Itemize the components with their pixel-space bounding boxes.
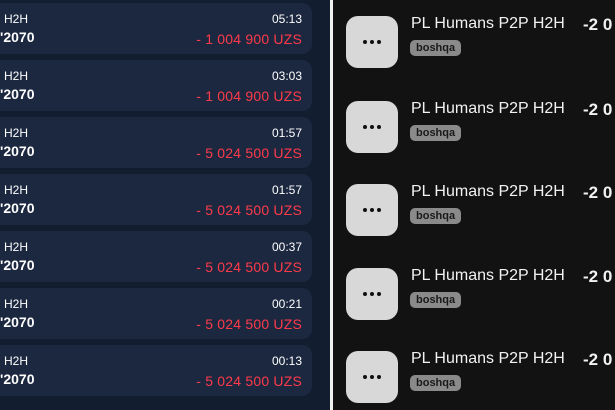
more-dots-icon [346, 268, 398, 320]
transaction-card[interactable]: H2H '2070 05:13 - 1 004 900 UZS [0, 3, 312, 54]
transaction-time: 01:57 [271, 183, 302, 197]
category-badge: boshqa [410, 292, 462, 308]
transaction-name: H2H [4, 354, 29, 368]
transaction-account: '2070 [0, 86, 35, 102]
transaction-card[interactable]: H2H '2070 01:57 - 5 024 500 UZS [0, 174, 312, 225]
list-item[interactable]: PL Humans P2P H2H boshqa -2 0 [333, 255, 615, 327]
transaction-amount: - 5 024 500 UZS [196, 202, 302, 218]
operation-amount: -2 0 [583, 267, 613, 286]
more-dots-icon [346, 184, 398, 236]
operation-amount: -2 0 [583, 15, 613, 34]
operation-title: PL Humans P2P H2H [411, 267, 565, 284]
operation-title: PL Humans P2P H2H [411, 15, 565, 32]
transaction-account: '2070 [0, 314, 35, 330]
category-badge: boshqa [410, 125, 462, 141]
category-badge: boshqa [410, 40, 462, 56]
operation-list: PL Humans P2P H2H boshqa -2 0 PL Humans … [333, 0, 615, 410]
transaction-time: 05:13 [271, 12, 302, 26]
operation-title: PL Humans P2P H2H [411, 183, 565, 200]
transaction-name: H2H [4, 69, 29, 83]
transaction-card[interactable]: H2H '2070 01:57 - 5 024 500 UZS [0, 117, 312, 168]
operation-amount: -2 0 [583, 183, 613, 202]
operation-amount: -2 0 [583, 100, 613, 119]
category-badge: boshqa [410, 208, 462, 224]
transaction-amount: - 5 024 500 UZS [196, 373, 302, 389]
more-dots-icon [346, 351, 398, 403]
transaction-account: '2070 [0, 143, 35, 159]
transaction-account: '2070 [0, 29, 35, 45]
more-dots-icon [346, 101, 398, 153]
list-item[interactable]: PL Humans P2P H2H boshqa -2 0 [333, 338, 615, 410]
transaction-account: '2070 [0, 371, 35, 387]
transaction-time: 00:13 [271, 354, 302, 368]
transaction-time: 01:57 [271, 126, 302, 140]
transaction-amount: - 1 004 900 UZS [196, 88, 302, 104]
transaction-card[interactable]: H2H '2070 00:13 - 5 024 500 UZS [0, 345, 312, 396]
transaction-card[interactable]: H2H '2070 00:21 - 5 024 500 UZS [0, 288, 312, 339]
operation-title: PL Humans P2P H2H [411, 100, 565, 117]
transaction-time: 00:37 [271, 240, 302, 254]
transaction-name: H2H [4, 240, 29, 254]
transaction-name: H2H [4, 12, 29, 26]
transaction-amount: - 5 024 500 UZS [196, 259, 302, 275]
transaction-amount: - 5 024 500 UZS [196, 316, 302, 332]
operation-amount: -2 0 [583, 350, 613, 369]
transaction-amount: - 5 024 500 UZS [196, 145, 302, 161]
list-item[interactable]: PL Humans P2P H2H boshqa -2 0 [333, 171, 615, 243]
transaction-name: H2H [4, 183, 29, 197]
transaction-account: '2070 [0, 257, 35, 273]
transaction-time: 00:21 [271, 297, 302, 311]
category-badge: boshqa [410, 375, 462, 391]
operation-title: PL Humans P2P H2H [411, 350, 565, 367]
transaction-name: H2H [4, 297, 29, 311]
list-item[interactable]: PL Humans P2P H2H boshqa -2 0 [333, 88, 615, 160]
more-dots-icon [346, 16, 398, 68]
transaction-amount: - 1 004 900 UZS [196, 31, 302, 47]
transaction-card[interactable]: H2H '2070 03:03 - 1 004 900 UZS [0, 60, 312, 111]
transaction-time: 03:03 [271, 69, 302, 83]
transaction-list: H2H '2070 05:13 - 1 004 900 UZS H2H '207… [0, 0, 330, 410]
transaction-account: '2070 [0, 200, 35, 216]
transaction-card[interactable]: H2H '2070 00:37 - 5 024 500 UZS [0, 231, 312, 282]
list-item[interactable]: PL Humans P2P H2H boshqa -2 0 [333, 3, 615, 75]
transaction-name: H2H [4, 126, 29, 140]
